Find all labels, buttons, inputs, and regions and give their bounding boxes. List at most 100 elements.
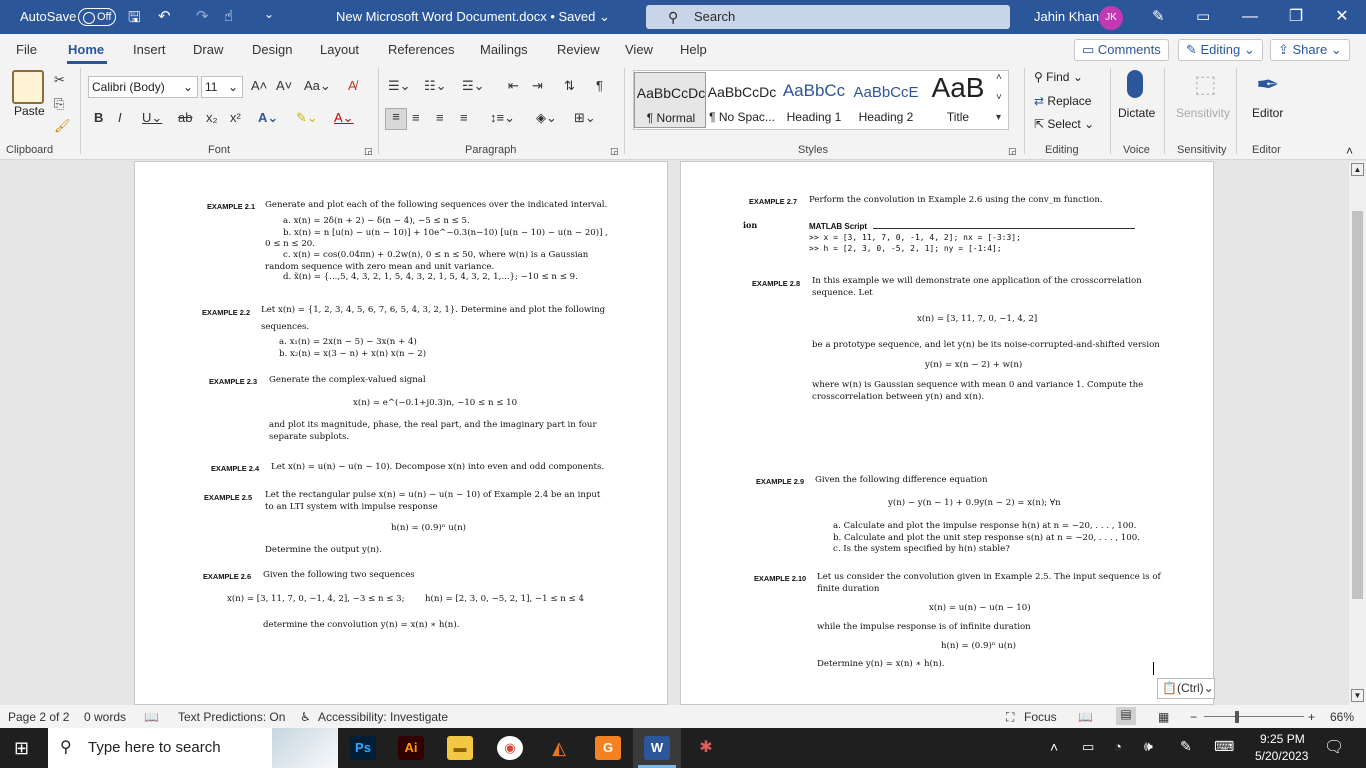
foxit-reader-icon[interactable]: G [595,736,621,760]
web-layout-icon[interactable]: ▦ [1158,710,1169,724]
subscript-icon[interactable]: x₂ [206,110,218,125]
notifications-icon[interactable]: 🗨 [1324,737,1344,757]
zoom-out-icon[interactable]: − [1190,710,1197,724]
editing-mode-button[interactable]: ✎ Editing ⌄ [1178,39,1263,61]
styles-dialog-launcher-icon[interactable]: ◲ [1008,146,1017,157]
styles-scroll-down-icon[interactable]: ˅ [996,92,1002,103]
page-counter[interactable]: Page 2 of 2 [8,710,69,724]
sensitivity-button[interactable]: Sensitivity [1176,106,1230,120]
tab-view[interactable]: View [625,42,653,57]
scroll-thumb[interactable] [1352,211,1363,599]
page-right[interactable]: EXAMPLE 2.7 Perform the convolution in E… [680,161,1214,705]
tab-draw[interactable]: Draw [193,42,223,57]
highlight-icon[interactable]: ✎⌄ [296,110,318,126]
search-box[interactable]: ⚲ Search [646,5,1010,29]
wifi-icon[interactable]: ◔ [1114,739,1122,754]
font-color-icon[interactable]: A⌄ [334,110,354,126]
restore-icon[interactable]: ❐ [1276,4,1316,30]
increase-indent-icon[interactable]: ⇥ [532,78,543,94]
replace-button[interactable]: ⇄ Replace [1034,94,1091,108]
print-layout-icon[interactable]: ▤ [1116,707,1136,725]
font-size-select[interactable]: 11 ⌄ [201,76,243,98]
multilevel-list-icon[interactable]: ☲⌄ [462,78,485,94]
pen-icon[interactable]: ✎ [1180,738,1192,755]
paste-button[interactable]: Paste [14,104,45,118]
proofing-icon[interactable]: 📖 [144,710,159,724]
autosave-toggle[interactable]: Off [78,8,116,26]
format-painter-icon[interactable]: 🖌 [54,118,71,134]
style-title[interactable]: AaB Title [922,72,994,128]
word-count[interactable]: 0 words [84,710,126,724]
volume-icon[interactable]: 🕪 [1144,738,1153,755]
designer-pen-icon[interactable]: ✎ [1152,7,1165,25]
tab-design[interactable]: Design [252,42,292,57]
comments-button[interactable]: ▭ Comments [1074,39,1169,61]
read-mode-icon[interactable]: 📖 [1078,710,1093,724]
scroll-down-icon[interactable]: ▼ [1351,689,1364,702]
redo-icon[interactable]: ↷ [196,7,209,25]
show-hidden-icons-icon[interactable]: ˄ [1050,739,1058,755]
styles-scroll-up-icon[interactable]: ˄ [996,72,1002,83]
matlab-icon[interactable]: ◭ [546,736,572,760]
superscript-icon[interactable]: x² [230,110,241,125]
align-left-icon[interactable]: ≡ [385,108,407,130]
shrink-font-icon[interactable]: A˅ [276,78,292,93]
collapse-ribbon-icon[interactable]: ˄ [1346,144,1353,158]
align-right-icon[interactable]: ≡ [436,110,444,125]
decrease-indent-icon[interactable]: ⇤ [508,78,519,94]
file-explorer-icon[interactable]: ▬ [447,736,473,760]
zoom-level[interactable]: 66% [1330,710,1354,724]
borders-icon[interactable]: ⊞⌄ [574,110,596,126]
bullets-icon[interactable]: ☰⌄ [388,78,411,94]
dictate-button[interactable]: Dictate [1118,106,1155,120]
style-normal[interactable]: AaBbCcDc ¶ Normal [634,72,706,128]
paragraph-dialog-launcher-icon[interactable]: ◲ [610,146,619,157]
word-icon[interactable]: W [644,736,670,760]
zoom-in-icon[interactable]: + [1308,710,1315,724]
focus-button[interactable]: Focus [1024,710,1057,724]
document-title[interactable]: New Microsoft Word Document.docx • Saved… [336,9,610,25]
illustrator-icon[interactable]: Ai [398,736,424,760]
tab-insert[interactable]: Insert [133,42,166,57]
font-name-select[interactable]: Calibri (Body) ⌄ [88,76,198,98]
font-dialog-launcher-icon[interactable]: ◲ [364,146,373,157]
touch-mode-icon[interactable]: ☝ [224,7,233,25]
style-no-spacing[interactable]: AaBbCcDc ¶ No Spac... [706,72,778,128]
justify-icon[interactable]: ≡ [460,110,468,125]
change-case-icon[interactable]: Aa⌄ [304,78,331,94]
tab-help[interactable]: Help [680,42,707,57]
clock-date[interactable]: 5/20/2023 [1255,749,1308,763]
bold-icon[interactable]: B [94,110,103,125]
tab-file[interactable]: File [16,42,37,57]
scroll-up-icon[interactable]: ▲ [1351,163,1364,176]
clock-time[interactable]: 9:25 PM [1260,732,1305,746]
close-icon[interactable]: ✕ [1322,4,1362,30]
style-heading-2[interactable]: AaBbCcE Heading 2 [850,72,922,128]
chrome-icon[interactable]: ◉ [497,736,523,760]
keyboard-icon[interactable]: ⌨ [1214,738,1234,755]
text-predictions[interactable]: Text Predictions: On [178,710,285,724]
avatar[interactable]: JK [1099,6,1123,30]
cut-icon[interactable]: ✂ [54,72,65,88]
photoshop-icon[interactable]: Ps [350,736,376,760]
grow-font-icon[interactable]: A˄ [251,78,267,93]
paste-options-button[interactable]: 📋(Ctrl)⌄ [1157,678,1215,699]
vertical-scrollbar[interactable]: ▲ ▼ [1349,161,1366,705]
find-button[interactable]: ⚲ Find ⌄ [1034,70,1083,84]
copy-icon[interactable]: ⎘ [54,96,64,112]
styles-more-icon[interactable]: ▾ [996,112,1001,123]
pinned-app-icon[interactable]: ✱ [693,736,719,760]
page-left[interactable]: EXAMPLE 2.1 Generate and plot each of th… [134,161,668,705]
minimize-icon[interactable]: — [1230,4,1270,30]
underline-icon[interactable]: U⌄ [142,110,162,126]
tab-references[interactable]: References [388,42,454,57]
ribbon-display-icon[interactable]: ▭ [1196,7,1210,25]
undo-icon[interactable]: ↶ [158,7,171,25]
share-button[interactable]: ⇪ Share ⌄ [1270,39,1350,61]
windows-start-icon[interactable]: ⊞ [14,738,29,759]
tab-layout[interactable]: Layout [320,42,359,57]
style-heading-1[interactable]: AaBbCc Heading 1 [778,72,850,128]
numbering-icon[interactable]: ☷⌄ [424,78,447,94]
text-effects-icon[interactable]: A⌄ [258,110,278,126]
tab-mailings[interactable]: Mailings [480,42,528,57]
